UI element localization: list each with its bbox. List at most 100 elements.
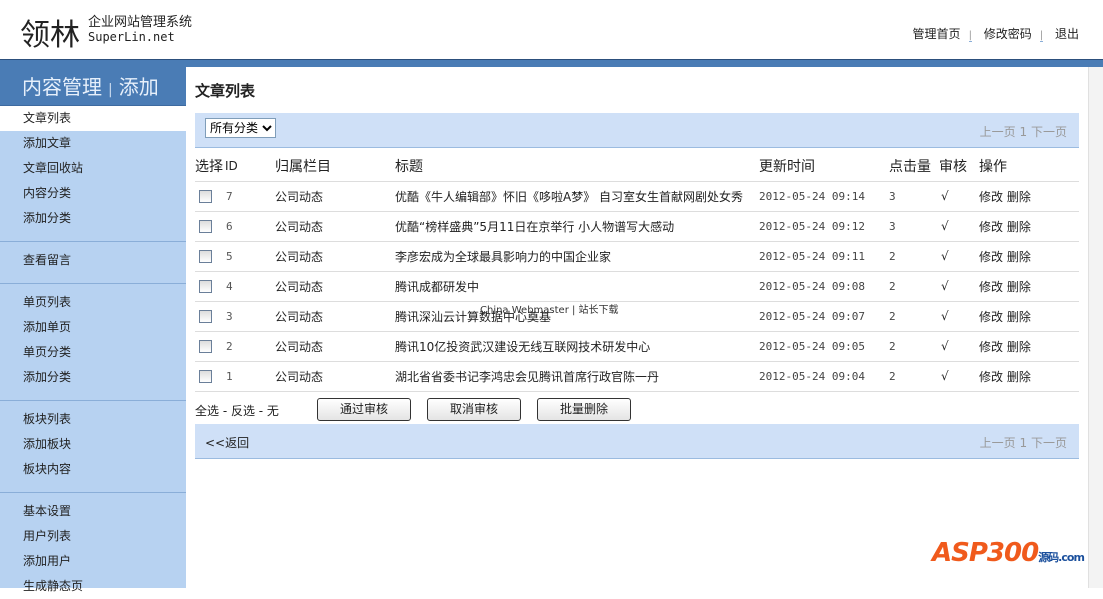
row-checkbox[interactable] [199,220,212,233]
row-checkbox[interactable] [199,190,212,203]
sidebar-item[interactable]: 基本设置 [0,499,186,524]
row-hits: 2 [889,301,939,332]
edit-link[interactable]: 修改 [979,340,1003,354]
sidebar-item[interactable]: 添加分类 [0,365,186,390]
sidebar-item[interactable]: 查看留言 [0,248,186,273]
table-row: 6 公司动态 优酷“榜样盛典”5月11日在京举行 小人物谱写大感动 2012-0… [195,211,1079,242]
row-category: 公司动态 [275,241,395,272]
row-hits: 3 [889,211,939,242]
table-row: 1 公司动态 湖北省省委书记李鸿忠会见腾讯首席行政官陈一丹 2012-05-24… [195,361,1079,392]
sidebar-item[interactable]: 添加分类 [0,206,186,231]
nav-change-password[interactable]: 修改密码 [984,27,1032,41]
prev-page[interactable]: 上一页 [980,125,1016,139]
row-id: 5 [226,250,233,263]
delete-link[interactable]: 删除 [1007,190,1031,204]
row-approved: √ [939,181,979,212]
col-updated: 更新时间 [759,151,889,182]
main-content: 文章列表 所有分类 上一页 1 下一页 选择 ID 归属栏目 标题 更新时间 点… [186,67,1088,588]
col-approved: 审核 [939,151,979,182]
page-number[interactable]: 1 [1020,125,1028,139]
row-checkbox[interactable] [199,280,212,293]
sidebar-item[interactable]: 板块内容 [0,457,186,482]
row-id: 4 [226,280,233,293]
row-approved: √ [939,301,979,332]
sidebar-title: 内容管理 [22,75,102,99]
row-category: 公司动态 [275,331,395,362]
nav-logout[interactable]: 退出 [1055,27,1079,41]
edit-link[interactable]: 修改 [979,190,1003,204]
batch-delete-button[interactable]: 批量删除 [537,398,631,421]
row-approved: √ [939,361,979,392]
page-title: 文章列表 [195,82,256,100]
row-checkbox[interactable] [199,250,212,263]
sidebar-item[interactable]: 内容分类 [0,181,186,206]
table-row: 4 公司动态 腾讯成都研发中 2012-05-24 09:08 2 √ 修改 删… [195,271,1079,302]
sidebar-item[interactable]: 添加用户 [0,549,186,574]
sidebar-item[interactable]: 用户列表 [0,524,186,549]
row-time: 2012-05-24 09:05 [759,331,889,362]
sidebar-item[interactable]: 单页列表 [0,290,186,315]
row-time: 2012-05-24 09:12 [759,211,889,242]
row-title[interactable]: 李彦宏成为全球最具影响力的中国企业家 [395,241,759,272]
sidebar-item[interactable]: 文章列表 [0,106,186,131]
sidebar-item[interactable]: 添加文章 [0,131,186,156]
category-filter[interactable]: 所有分类 [205,118,276,138]
sidebar-item[interactable]: 单页分类 [0,340,186,365]
row-checkbox[interactable] [199,310,212,323]
title-separator: | [108,82,113,98]
brand-domain: SuperLin.net [88,30,175,44]
col-title: 标题 [395,151,759,182]
prev-page[interactable]: 上一页 [980,436,1016,450]
row-id: 1 [226,370,233,383]
row-checkbox[interactable] [199,340,212,353]
sidebar-add-link[interactable]: 添加 [119,75,159,99]
col-select: 选择 [195,151,225,182]
row-title[interactable]: 优酷“榜样盛典”5月11日在京举行 小人物谱写大感动 [395,211,759,242]
table-header: 选择 ID 归属栏目 标题 更新时间 点击量 审核 操作 [195,151,1079,182]
delete-link[interactable]: 删除 [1007,370,1031,384]
col-category: 归属栏目 [275,151,395,182]
sidebar: 内容管理 | 添加 文章列表 添加文章 文章回收站 内容分类 添加分类 查看留言 单页列表 添加单… [0,67,186,593]
row-checkbox[interactable] [199,370,212,383]
row-title[interactable]: 优酷《牛人编辑部》怀旧《哆啦A梦》 自习室女生首献网剧处女秀 [395,181,759,212]
delete-link[interactable]: 删除 [1007,310,1031,324]
top-nav: 管理首页 | 修改密码 | 退出 [912,27,1079,42]
row-time: 2012-05-24 09:07 [759,301,889,332]
back-link[interactable]: <<返回 [205,434,249,451]
delete-link[interactable]: 删除 [1007,220,1031,234]
bulk-actions: 全选 - 反选 - 无 通过审核 取消审核 批量删除 [195,397,1079,423]
pager-bottom: 上一页 1 下一页 [980,434,1067,451]
page-number[interactable]: 1 [1020,436,1028,450]
delete-link[interactable]: 删除 [1007,280,1031,294]
delete-link[interactable]: 删除 [1007,340,1031,354]
row-category: 公司动态 [275,361,395,392]
edit-link[interactable]: 修改 [979,310,1003,324]
delete-link[interactable]: 删除 [1007,250,1031,264]
row-category: 公司动态 [275,301,395,332]
edit-link[interactable]: 修改 [979,280,1003,294]
next-page[interactable]: 下一页 [1031,436,1067,450]
row-title[interactable]: 腾讯成都研发中 [395,271,759,302]
row-hits: 3 [889,181,939,212]
select-links[interactable]: 全选 - 反选 - 无 [195,402,279,419]
nav-home[interactable]: 管理首页 [913,27,961,41]
row-title[interactable]: 腾讯10亿投资武汉建设无线互联网技术研发中心 [395,331,759,362]
edit-link[interactable]: 修改 [979,370,1003,384]
edit-link[interactable]: 修改 [979,220,1003,234]
row-hits: 2 [889,331,939,362]
col-hits: 点击量 [889,151,939,182]
edit-link[interactable]: 修改 [979,250,1003,264]
header: 领林 企业网站管理系统 SuperLin.net 管理首页 | 修改密码 | 退出 [0,0,1103,60]
approve-button[interactable]: 通过审核 [317,398,411,421]
row-title[interactable]: 湖北省省委书记李鸿忠会见腾讯首席行政官陈一丹 [395,361,759,392]
unapprove-button[interactable]: 取消审核 [427,398,521,421]
next-page[interactable]: 下一页 [1031,125,1067,139]
table-row: 2 公司动态 腾讯10亿投资武汉建设无线互联网技术研发中心 2012-05-24… [195,331,1079,362]
sidebar-item[interactable]: 板块列表 [0,407,186,432]
sidebar-item[interactable]: 文章回收站 [0,156,186,181]
scrollbar[interactable] [1088,67,1103,588]
row-time: 2012-05-24 09:08 [759,271,889,302]
sidebar-item[interactable]: 添加单页 [0,315,186,340]
sidebar-item[interactable]: 添加板块 [0,432,186,457]
sidebar-item[interactable]: 生成静态页 [0,574,186,599]
